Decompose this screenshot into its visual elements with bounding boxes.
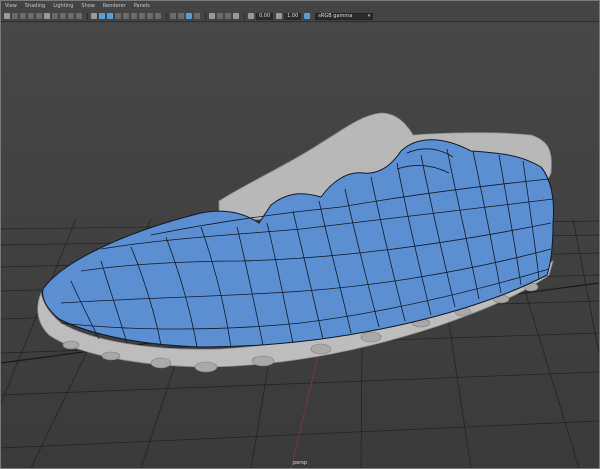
exposure-icon[interactable] — [248, 13, 254, 19]
wireframe-icon[interactable] — [91, 13, 97, 19]
toolbar-divider — [87, 12, 88, 20]
ambient-occlusion-icon[interactable] — [139, 13, 145, 19]
shadows-icon[interactable] — [131, 13, 137, 19]
viewport-scene — [1, 112, 599, 468]
s-icon[interactable] — [233, 13, 239, 19]
color-management-icon[interactable] — [304, 13, 311, 19]
camera-attributes-icon[interactable] — [12, 13, 18, 19]
use-lights-icon[interactable] — [123, 13, 129, 19]
gate-mask-icon[interactable] — [60, 13, 66, 19]
menu-view[interactable]: View — [1, 1, 21, 11]
motion-blur-icon[interactable] — [147, 13, 153, 19]
maya-window: View Shading Lighting Show Renderer Pane… — [0, 0, 600, 469]
gamma-icon[interactable] — [276, 13, 283, 19]
menu-lighting[interactable]: Lighting — [49, 1, 77, 11]
toolbar-divider — [166, 12, 167, 20]
image-plane-icon[interactable] — [28, 13, 34, 19]
resolution-gate-icon[interactable] — [52, 13, 58, 19]
panel-menu-bar: View Shading Lighting Show Renderer Pane… — [1, 1, 599, 11]
smooth-shade-icon[interactable] — [99, 13, 105, 19]
bookmark-icon[interactable] — [20, 13, 26, 19]
menu-panels[interactable]: Panels — [130, 1, 154, 11]
wireframe-on-shaded-icon[interactable] — [107, 13, 113, 19]
toolbar-divider — [244, 12, 245, 20]
shoe-model — [37, 112, 554, 373]
view-transform-dropdown[interactable]: sRGB gamma ▾ — [315, 12, 374, 20]
xray-components-icon[interactable] — [194, 13, 200, 19]
menu-show[interactable]: Show — [77, 1, 99, 11]
hud-icon[interactable] — [217, 13, 223, 19]
safe-action-icon[interactable] — [76, 13, 82, 19]
textured-icon[interactable] — [115, 13, 121, 19]
anti-aliasing-icon[interactable] — [155, 13, 161, 19]
panel-toolbar: 0.00 1.00 sRGB gamma ▾ — [1, 11, 599, 22]
grid-toggle-icon[interactable] — [209, 13, 215, 19]
field-chart-icon[interactable] — [68, 13, 74, 19]
isolate-select-icon[interactable] — [170, 13, 176, 19]
menu-renderer[interactable]: Renderer — [99, 1, 130, 11]
menu-shading[interactable]: Shading — [21, 1, 49, 11]
select-camera-icon[interactable] — [4, 13, 10, 19]
grid-icon[interactable] — [36, 13, 42, 19]
camera-name-label: persp — [292, 460, 308, 466]
view-transform-value: sRGB gamma — [318, 12, 353, 19]
exposure-field[interactable]: 0.00 — [256, 12, 274, 20]
film-gate-icon[interactable] — [44, 13, 50, 19]
3d-viewport[interactable]: persp — [1, 23, 599, 468]
xray-icon[interactable] — [178, 13, 184, 19]
chevron-down-icon: ▾ — [367, 12, 371, 19]
gamma-field[interactable]: 1.00 — [284, 12, 302, 20]
sequence-icon[interactable] — [225, 13, 231, 19]
xray-joints-icon[interactable] — [186, 13, 192, 19]
toolbar-divider — [205, 12, 206, 20]
